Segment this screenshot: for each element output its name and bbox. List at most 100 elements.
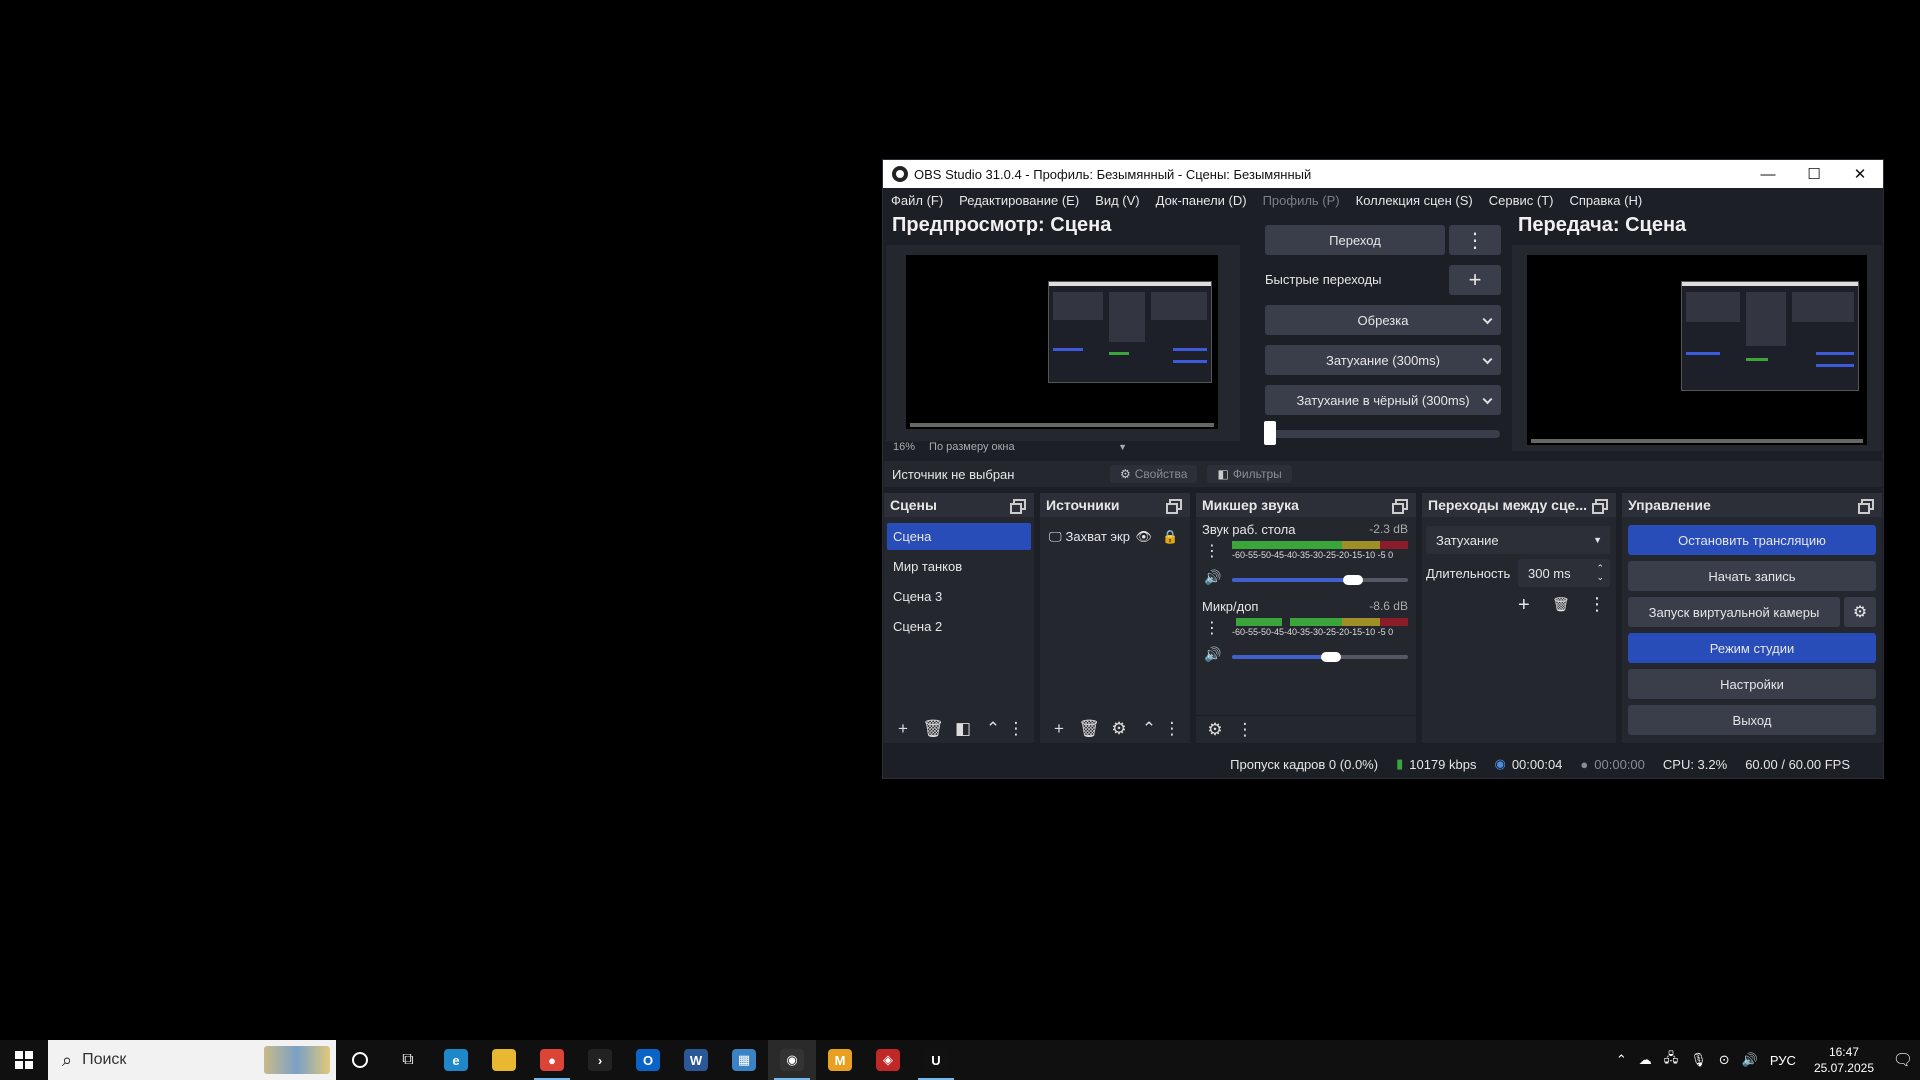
scene-item[interactable]: Сцена 3	[887, 583, 1031, 610]
speaker-icon[interactable]: 🔊	[1204, 569, 1221, 586]
scene-item[interactable]: Сцена 2	[887, 613, 1031, 640]
kebab-icon[interactable]: ⋮	[1588, 594, 1606, 615]
channel-db: -2.3 dB	[1369, 522, 1408, 536]
webcam-icon[interactable]: ⊙	[1719, 1052, 1730, 1068]
menu-item[interactable]: Сервис (T)	[1489, 193, 1554, 208]
source-item[interactable]: 🖵 Захват экр 👁 🔒	[1043, 523, 1187, 550]
undock-icon[interactable]	[1166, 499, 1182, 514]
move-up-icon[interactable]: ⌃	[978, 717, 1008, 741]
kebab-icon[interactable]: ⋮	[1008, 717, 1025, 741]
filters-button[interactable]: ◧ Фильтры	[1207, 465, 1292, 483]
transition-select[interactable]: Затухание ▼	[1426, 526, 1610, 554]
studio-mode-button[interactable]: Режим студии	[1628, 633, 1876, 663]
menu-item[interactable]: Вид (V)	[1095, 193, 1139, 208]
network-icon[interactable]: 🖧	[1664, 1049, 1679, 1071]
chevron-down-icon	[1482, 394, 1493, 405]
kebab-icon[interactable]: ⋮	[1164, 717, 1181, 741]
tbar-slider[interactable]	[1264, 430, 1500, 438]
taskbar-app[interactable]: O	[624, 1040, 672, 1080]
menu-item[interactable]: Док-панели (D)	[1156, 193, 1247, 208]
menu-item[interactable]: Справка (H)	[1570, 193, 1643, 208]
add-transition-button[interactable]: +	[1518, 594, 1530, 617]
taskbar-app[interactable]: U	[912, 1040, 960, 1080]
language-indicator[interactable]: РУС	[1770, 1053, 1796, 1068]
lock-icon[interactable]: 🔒	[1162, 529, 1178, 545]
close-button[interactable]: ✕	[1837, 160, 1883, 188]
kebab-icon[interactable]: ⋮	[1204, 541, 1220, 561]
menu-item[interactable]: Коллекция сцен (S)	[1356, 193, 1473, 208]
scene-item[interactable]: Сцена	[887, 523, 1031, 550]
undock-icon[interactable]	[1858, 499, 1874, 514]
sources-header: Источники	[1040, 493, 1190, 517]
transition-button[interactable]: Переход	[1265, 225, 1445, 255]
taskbar-app[interactable]: ●	[528, 1040, 576, 1080]
cortana-button[interactable]	[336, 1040, 384, 1080]
taskbar-app[interactable]: ◉	[768, 1040, 816, 1080]
chevron-down-icon[interactable]: ▼	[1118, 442, 1127, 452]
advanced-audio-icon[interactable]: ⚙	[1200, 718, 1230, 742]
move-up-icon[interactable]: ⌃	[1134, 717, 1164, 741]
program-thumbnail	[1681, 281, 1859, 391]
maximize-button[interactable]: ☐	[1791, 160, 1837, 188]
taskbar-app[interactable]: W	[672, 1040, 720, 1080]
add-quick-transition-button[interactable]: +	[1449, 265, 1501, 295]
undock-icon[interactable]	[1592, 499, 1608, 514]
add-source-button[interactable]: +	[1044, 717, 1074, 741]
mic-icon[interactable]: 🎙	[1690, 1052, 1707, 1068]
trash-icon[interactable]: 🗑	[1074, 717, 1104, 741]
store-icon: ▦	[732, 1049, 756, 1071]
meter-scale: -60-55-50-45-40-35-30-25-20-15-10 -5 0	[1232, 550, 1394, 560]
kebab-icon[interactable]: ⋮	[1230, 718, 1260, 742]
exit-button[interactable]: Выход	[1628, 705, 1876, 735]
scene-filter-icon[interactable]: ◧	[948, 717, 978, 741]
taskbar-search[interactable]: ⌕ Поиск	[48, 1040, 336, 1080]
quick-transition-label: Обрезка	[1357, 312, 1409, 328]
quick-transition-1[interactable]: Обрезка	[1265, 305, 1501, 335]
volume-handle[interactable]	[1321, 652, 1341, 662]
undock-icon[interactable]	[1392, 499, 1408, 514]
taskbar-app[interactable]: ▦	[720, 1040, 768, 1080]
trash-icon[interactable]: 🗑	[1552, 596, 1570, 613]
add-scene-button[interactable]: +	[888, 717, 918, 741]
tbar-handle[interactable]	[1264, 421, 1276, 445]
taskbar-app[interactable]	[480, 1040, 528, 1080]
gear-icon[interactable]: ⚙	[1104, 717, 1134, 741]
taskbar-app[interactable]: e	[432, 1040, 480, 1080]
volume-handle[interactable]	[1343, 575, 1363, 585]
undock-icon[interactable]	[1010, 499, 1026, 514]
menu-item[interactable]: Редактирование (E)	[959, 193, 1079, 208]
start-record-button[interactable]: Начать запись	[1628, 561, 1876, 591]
taskbar-app[interactable]: ◈	[864, 1040, 912, 1080]
clock[interactable]: 16:47 25.07.2025	[1814, 1044, 1874, 1076]
kebab-icon[interactable]: ⋮	[1204, 618, 1220, 638]
scene-item[interactable]: Мир танков	[887, 553, 1031, 580]
zoom-fit-select[interactable]: По размеру окна	[929, 441, 1015, 453]
quick-transition-3[interactable]: Затухание в чёрный (300ms)	[1265, 385, 1501, 415]
task-view-button[interactable]: ⧉	[384, 1040, 432, 1080]
properties-button[interactable]: ⚙ Свойства	[1110, 465, 1198, 483]
taskbar-app[interactable]: ›	[576, 1040, 624, 1080]
eye-icon[interactable]: 👁	[1136, 529, 1153, 545]
menu-item[interactable]: Профиль (P)	[1263, 193, 1340, 208]
speaker-icon[interactable]: 🔊	[1204, 646, 1221, 663]
settings-button[interactable]: Настройки	[1628, 669, 1876, 699]
start-button[interactable]	[0, 1040, 48, 1080]
spin-arrows-icon[interactable]: ⌃ ⌄	[1596, 564, 1604, 582]
quick-transition-2[interactable]: Затухание (300ms)	[1265, 345, 1501, 375]
minimize-button[interactable]: —	[1745, 160, 1791, 188]
stop-stream-button[interactable]: Остановить трансляцию	[1628, 525, 1876, 555]
chevron-up-icon[interactable]: ⌃	[1616, 1052, 1627, 1068]
cloud-icon[interactable]: ☁	[1639, 1052, 1652, 1068]
title-bar[interactable]: OBS Studio 31.0.4 - Профиль: Безымянный …	[883, 160, 1883, 188]
notification-icon[interactable]: 🗨	[1886, 1040, 1920, 1080]
trash-icon[interactable]: 🗑	[918, 717, 948, 741]
taskbar-app[interactable]: M	[816, 1040, 864, 1080]
virtual-camera-settings-button[interactable]: ⚙	[1844, 597, 1876, 627]
transition-menu-button[interactable]: ⋮	[1449, 225, 1501, 255]
duration-input[interactable]: 300 ms ⌃ ⌄	[1518, 559, 1610, 587]
virtual-camera-button[interactable]: Запуск виртуальной камеры	[1628, 597, 1840, 627]
preview-zoom-bar[interactable]: 16% По размеру окна ▼	[887, 438, 1127, 456]
preview-area[interactable]	[886, 245, 1240, 441]
menu-item[interactable]: Файл (F)	[891, 193, 943, 208]
volume-icon[interactable]: 🔊	[1742, 1052, 1758, 1068]
